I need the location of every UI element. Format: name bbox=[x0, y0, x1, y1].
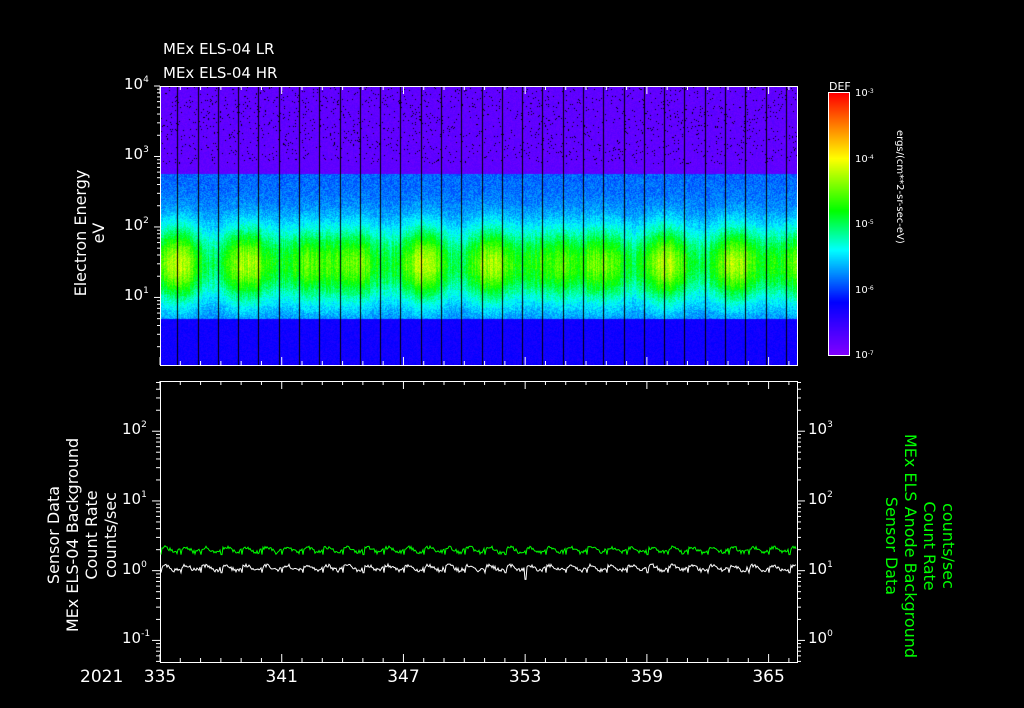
ytick-label-right-3: 100 bbox=[808, 629, 833, 648]
ylabel-right-3: counts/sec bbox=[939, 503, 958, 589]
colorbar-tick-4: 10-7 bbox=[855, 350, 874, 361]
xtick-label-5: 365 bbox=[752, 667, 785, 687]
ytick-label-top-2: 102 bbox=[124, 215, 149, 234]
series-line-0 bbox=[160, 562, 797, 580]
ylabel-left-1: MEx ELS-04 Background bbox=[63, 437, 82, 633]
colorbar-tick-2: 10-5 bbox=[855, 219, 874, 230]
ytick-label-right-2: 101 bbox=[808, 559, 833, 578]
colorbar-frame bbox=[828, 92, 850, 356]
ytick-label-left-1: 101 bbox=[122, 489, 147, 508]
colorbar-tick-3: 10-6 bbox=[855, 284, 874, 296]
ytick-label-right-0: 103 bbox=[808, 420, 833, 439]
colorbar-units: ergs/(cm**2-sr-sec-eV) bbox=[894, 130, 905, 244]
xtick-label-2: 347 bbox=[387, 667, 420, 687]
ylabel-units: eV bbox=[89, 222, 108, 244]
bottom-right-ylabel: counts/sec Count Rate MEx ELS Anode Back… bbox=[882, 426, 958, 666]
colorbar-tick-0: 10-3 bbox=[855, 88, 874, 99]
colorbar-tick-1: 10-4 bbox=[855, 153, 874, 165]
ylabel-left-3: counts/sec bbox=[101, 492, 120, 578]
ytick-label-top-1: 103 bbox=[124, 145, 149, 164]
ylabel-right-0: Sensor Data bbox=[882, 496, 901, 596]
xtick-label-1: 341 bbox=[265, 667, 298, 687]
ytick-label-left-0: 102 bbox=[122, 420, 147, 439]
ylabel-right-1: MEx ELS Anode Background bbox=[901, 433, 920, 659]
year-label: 2021 bbox=[80, 667, 124, 687]
series-line-1 bbox=[160, 544, 797, 556]
bottom-left-ylabel: Sensor Data MEx ELS-04 Background Count … bbox=[44, 415, 120, 655]
ytick-label-left-2: 100 bbox=[122, 559, 147, 578]
xtick-label-0: 335 bbox=[143, 667, 177, 687]
line-plot-frame bbox=[160, 381, 798, 663]
ytick-label-left-3: 10-1 bbox=[122, 629, 151, 648]
ylabel-right-2: Count Rate bbox=[920, 501, 939, 591]
ytick-label-right-1: 102 bbox=[808, 489, 833, 508]
ylabel-left-2: Count Rate bbox=[82, 490, 101, 580]
ytick-label-top-3: 101 bbox=[124, 286, 149, 305]
spectrogram-frame bbox=[160, 86, 798, 366]
xtick-label-4: 359 bbox=[630, 667, 664, 687]
ylabel-energy: Electron Energy bbox=[71, 169, 90, 297]
ytick-label-top-0: 104 bbox=[124, 75, 149, 93]
ylabel-left-0: Sensor Data bbox=[44, 485, 63, 585]
top-ylabel: Electron Energy eV bbox=[71, 133, 108, 333]
xtick-label-3: 353 bbox=[508, 667, 542, 687]
